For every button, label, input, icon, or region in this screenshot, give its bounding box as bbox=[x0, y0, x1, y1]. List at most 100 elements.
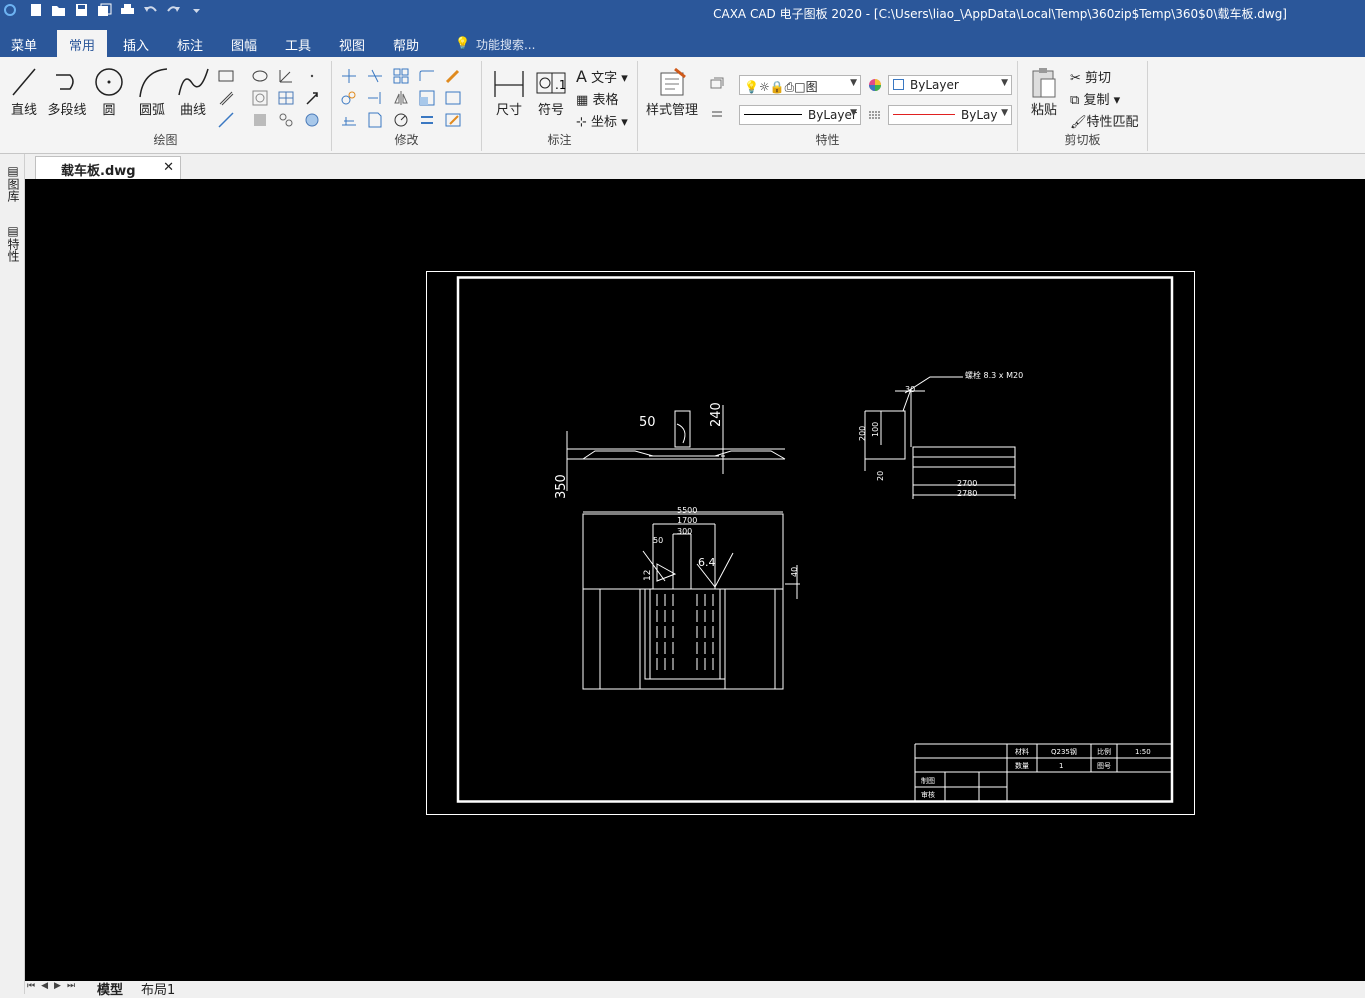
paste-button[interactable]: 粘贴 bbox=[1026, 65, 1062, 118]
document-tab[interactable]: 载车板.dwg ✕ bbox=[35, 156, 181, 179]
clipboard-group-label: 剪切板 bbox=[1064, 133, 1101, 147]
lineweight-combo[interactable]: ByLay ▼ bbox=[888, 105, 1012, 125]
open-folder-icon[interactable] bbox=[50, 3, 67, 17]
undo-icon[interactable] bbox=[142, 3, 159, 17]
sidebar-item-properties[interactable]: ▤特性 bbox=[5, 224, 22, 262]
brush-icon: 🖌 bbox=[1070, 115, 1087, 130]
table-draw-icon[interactable] bbox=[277, 89, 295, 107]
text-button[interactable]: A 文字 ▾ bbox=[576, 67, 628, 86]
break-icon[interactable] bbox=[366, 111, 384, 129]
tb-material-value: Q235钢 bbox=[1051, 747, 1077, 756]
save-all-icon[interactable] bbox=[96, 3, 113, 17]
point-icon[interactable] bbox=[303, 67, 321, 85]
trim-icon[interactable] bbox=[366, 67, 384, 85]
polyline-label: 多段线 bbox=[47, 103, 87, 118]
chevron-down-icon: ▼ bbox=[850, 108, 857, 118]
gear-draw-icon[interactable] bbox=[277, 111, 295, 129]
layer-combo[interactable]: 💡☼🔒⎙□图 ▼ bbox=[739, 75, 861, 95]
close-icon[interactable]: ✕ bbox=[163, 160, 174, 175]
globe-icon[interactable] bbox=[303, 111, 321, 129]
dim-2780: 2780 bbox=[957, 489, 977, 498]
sun-icon: ☼ bbox=[758, 80, 770, 94]
svg-text:.1: .1 bbox=[555, 78, 566, 92]
match-properties-button[interactable]: 🖌特性匹配 bbox=[1070, 111, 1139, 130]
title-block bbox=[914, 743, 1172, 801]
ellipse-icon[interactable] bbox=[251, 67, 269, 85]
hatch-line-icon[interactable] bbox=[217, 89, 235, 107]
dim-100: 100 bbox=[871, 422, 880, 437]
color-wheel-icon[interactable] bbox=[866, 76, 884, 94]
offset-icon[interactable] bbox=[340, 111, 358, 129]
tab-tools[interactable]: 工具 bbox=[285, 35, 311, 54]
tab-view[interactable]: 视图 bbox=[339, 35, 365, 54]
properties-edit-icon[interactable] bbox=[444, 111, 462, 129]
clipboard-group: 粘贴 ✂ 剪切 ⧉ 复制 ▾ 🖌特性匹配 剪切板 bbox=[1018, 61, 1148, 151]
stretch-icon[interactable] bbox=[444, 89, 462, 107]
lineweight-icon[interactable] bbox=[866, 106, 884, 124]
linetype-combo[interactable]: ByLayer ▼ bbox=[739, 105, 861, 125]
tab-insert[interactable]: 插入 bbox=[123, 35, 149, 54]
match-properties-label: 特性匹配 bbox=[1086, 115, 1139, 130]
menu-main[interactable]: 菜单 bbox=[11, 35, 37, 54]
feature-search[interactable]: 💡 功能搜索... bbox=[455, 36, 535, 53]
scale-icon[interactable] bbox=[418, 89, 436, 107]
tab-common[interactable]: 常用 bbox=[57, 30, 108, 57]
copy-objects-icon[interactable] bbox=[340, 89, 358, 107]
angle-line-icon[interactable] bbox=[277, 67, 295, 85]
dim-50-side: 50 bbox=[639, 415, 656, 430]
layer-state-icon[interactable] bbox=[708, 75, 726, 93]
pointer-arrow-icon[interactable] bbox=[303, 89, 321, 107]
array-icon[interactable] bbox=[392, 67, 410, 85]
edit-pen-icon[interactable] bbox=[444, 67, 462, 85]
fillet-icon[interactable] bbox=[418, 67, 436, 85]
tab-sheet[interactable]: 图幅 bbox=[231, 35, 257, 54]
rectangle-icon[interactable] bbox=[217, 67, 235, 85]
print-layer-icon: ⎙ bbox=[784, 80, 795, 94]
circle-label: 圆 bbox=[102, 103, 116, 118]
redo-icon[interactable] bbox=[165, 3, 182, 17]
tab-help[interactable]: 帮助 bbox=[393, 35, 419, 54]
mirror-icon[interactable] bbox=[392, 89, 410, 107]
print-icon[interactable] bbox=[119, 3, 136, 17]
new-file-icon[interactable] bbox=[27, 3, 44, 17]
extend-icon[interactable] bbox=[366, 89, 384, 107]
rotate-icon[interactable] bbox=[392, 111, 410, 129]
layout-nav-arrows-icon[interactable]: ⏮◀▶⏭ bbox=[27, 981, 81, 991]
app-logo-icon[interactable] bbox=[4, 3, 21, 17]
drawing-canvas[interactable]: 50 240 350 30 螺栓 8.3 x M20 200 100 20 27… bbox=[25, 179, 1365, 981]
side-view bbox=[566, 405, 786, 491]
arc-button[interactable]: 圆弧 bbox=[135, 65, 169, 118]
color-combo[interactable]: ByLayer ▼ bbox=[888, 75, 1012, 95]
polyline-button[interactable]: 多段线 bbox=[45, 65, 89, 118]
curve-icon bbox=[178, 68, 209, 96]
save-icon[interactable] bbox=[73, 3, 90, 17]
move-icon[interactable] bbox=[340, 67, 358, 85]
coordinate-button[interactable]: ⊹ 坐标 ▾ bbox=[576, 111, 628, 130]
curve-button[interactable]: 曲线 bbox=[175, 65, 211, 118]
polygon-icon[interactable] bbox=[251, 89, 269, 107]
circle-button[interactable]: 圆 bbox=[92, 65, 126, 118]
layout-tab-model[interactable]: 模型 bbox=[97, 979, 123, 998]
construction-line-icon[interactable] bbox=[217, 111, 235, 129]
tab-annotate[interactable]: 标注 bbox=[177, 35, 203, 54]
line-button[interactable]: 直线 bbox=[8, 65, 40, 118]
document-tab-label: 载车板.dwg bbox=[61, 164, 136, 179]
paste-icon bbox=[1032, 68, 1056, 98]
customize-toolbar-icon[interactable] bbox=[188, 3, 205, 17]
cut-button[interactable]: ✂ 剪切 bbox=[1070, 67, 1111, 86]
symbol-button[interactable]: .1 符号 bbox=[534, 65, 568, 118]
block-icon[interactable] bbox=[251, 111, 269, 129]
explode-icon[interactable] bbox=[418, 111, 436, 129]
table-button[interactable]: ▦ 表格 bbox=[576, 89, 618, 108]
copy-button[interactable]: ⧉ 复制 ▾ bbox=[1070, 89, 1120, 108]
sidebar-item-library[interactable]: ▤图库 bbox=[5, 164, 22, 202]
sheet-inner-border bbox=[456, 276, 1174, 803]
dim-6-4: 6.4 bbox=[698, 556, 716, 569]
dim-50-plan: 50 bbox=[653, 536, 663, 545]
style-manager-button[interactable]: 样式管理 bbox=[644, 65, 700, 118]
linetype-list-icon[interactable] bbox=[708, 105, 726, 123]
tb-material-label: 材料 bbox=[1015, 747, 1029, 756]
layout-tab-layout1[interactable]: 布局1 bbox=[141, 979, 175, 998]
dimension-button[interactable]: 尺寸 bbox=[492, 65, 526, 118]
style-manager-icon bbox=[660, 67, 686, 96]
